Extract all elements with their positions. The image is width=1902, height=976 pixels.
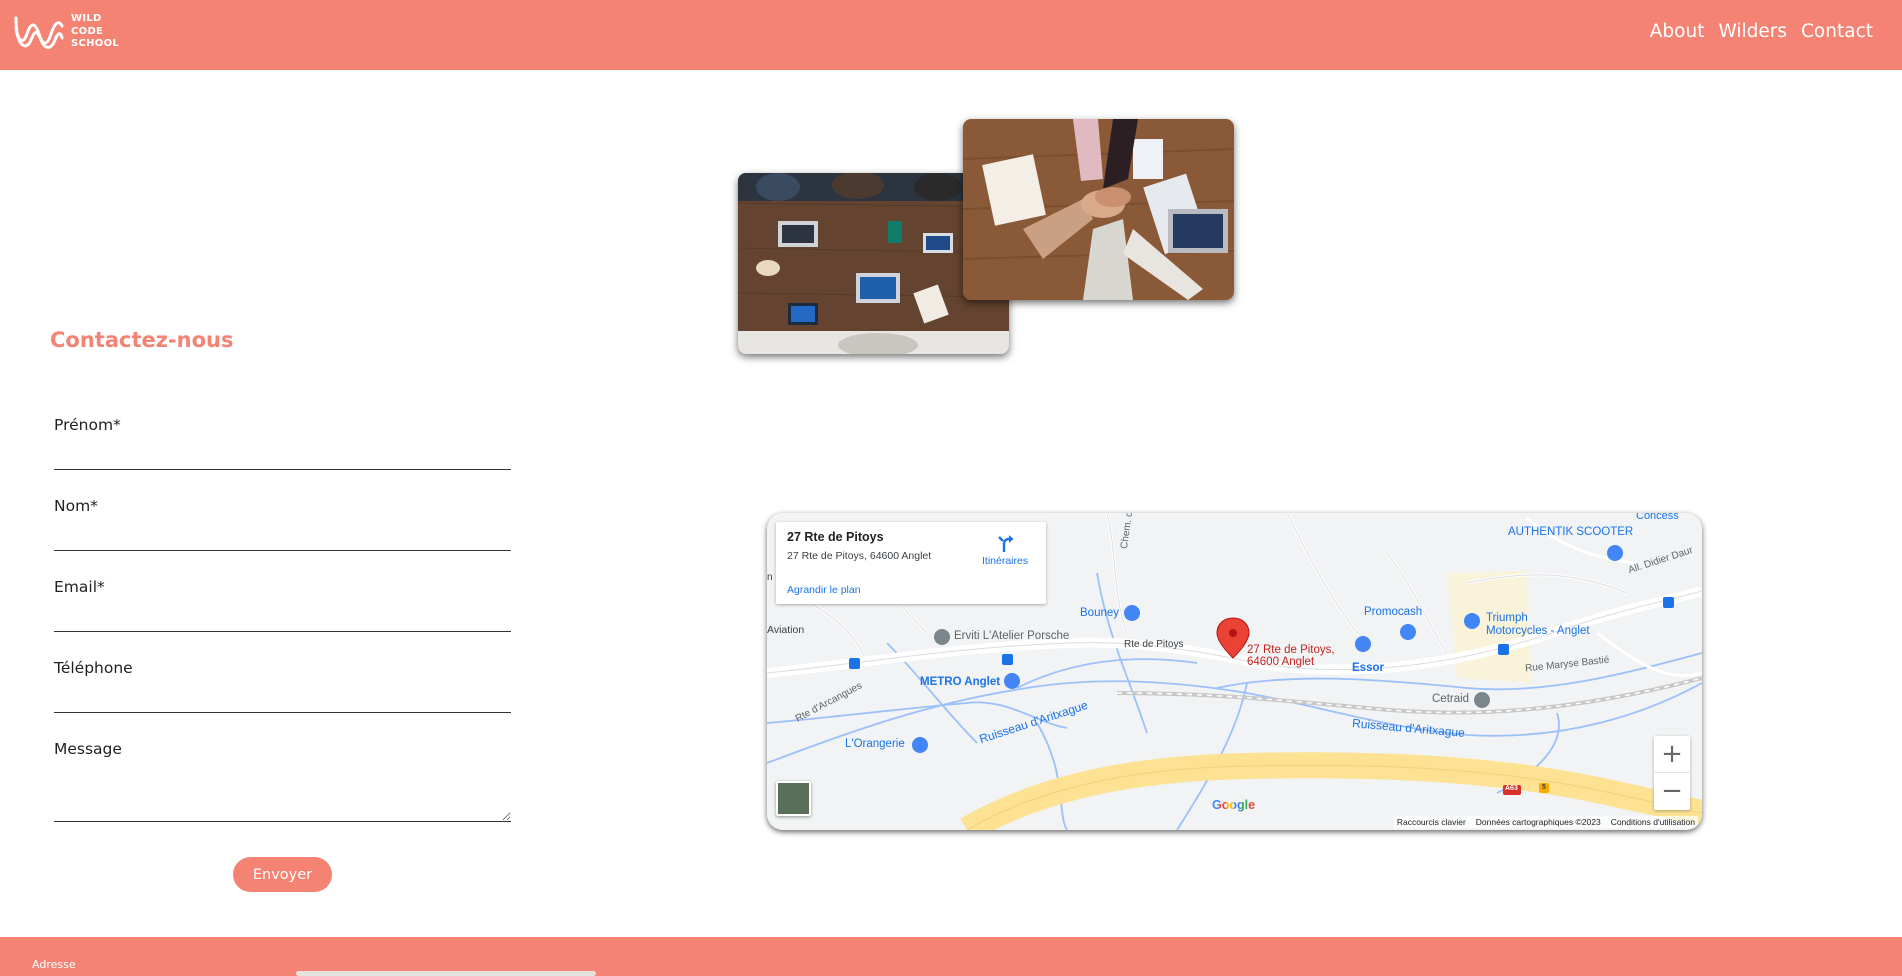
last-name-input[interactable] bbox=[54, 521, 511, 551]
place-card-title: 27 Rte de Pitoys bbox=[787, 530, 884, 544]
contact-form-title: Contactez-nous bbox=[50, 328, 234, 352]
phone-label: Téléphone bbox=[54, 659, 133, 677]
wild-code-school-logo[interactable]: WILD CODE SCHOOL bbox=[13, 12, 123, 52]
top-navbar: WILD CODE SCHOOL About Wilders Contact bbox=[0, 0, 1902, 70]
map-label-concess: Concess bbox=[1636, 513, 1679, 522]
message-label: Message bbox=[54, 740, 122, 758]
map-label-triumph-2: Motorcycles - Anglet bbox=[1486, 625, 1590, 637]
zoom-out-button[interactable]: − bbox=[1654, 773, 1690, 810]
map-label-aviation: Aviation bbox=[767, 624, 805, 636]
message-field: Message bbox=[54, 740, 511, 822]
nav-link-contact[interactable]: Contact bbox=[1801, 21, 1873, 42]
nav-link-wilders[interactable]: Wilders bbox=[1718, 21, 1787, 42]
first-name-input[interactable] bbox=[54, 440, 511, 470]
logo-line-wild: WILD bbox=[71, 13, 102, 24]
map-label-promocash: Promocash bbox=[1364, 606, 1423, 618]
enlarge-map-link[interactable]: Agrandir le plan bbox=[787, 584, 861, 596]
directions-icon[interactable] bbox=[996, 533, 1016, 553]
map-label-exit-5: 5 bbox=[1542, 784, 1546, 791]
map-place-card: 27 Rte de Pitoys 27 Rte de Pitoys, 64600… bbox=[776, 522, 1046, 604]
google-logo: Google bbox=[1212, 798, 1255, 812]
google-logo-text: Google bbox=[1212, 798, 1256, 812]
nav-link-about[interactable]: About bbox=[1650, 21, 1705, 42]
map-pin-label-line-2: 64600 Anglet bbox=[1247, 656, 1315, 668]
map-label-erviti: Erviti L'Atelier Porsche bbox=[954, 630, 1070, 642]
map-pin-label-line-1: 27 Rte de Pitoys, bbox=[1247, 644, 1335, 656]
satellite-toggle-icon[interactable] bbox=[776, 781, 811, 816]
map-label-metro: METRO Anglet bbox=[920, 676, 1001, 688]
first-name-field: Prénom* bbox=[54, 416, 511, 470]
map-label-triumph-1: Triumph bbox=[1486, 612, 1528, 624]
map-attribution: Raccourcis clavier Données cartographiqu… bbox=[1393, 816, 1698, 828]
terms-of-use-link[interactable]: Conditions d'utilisation bbox=[1611, 817, 1695, 827]
keyboard-shortcuts-link[interactable]: Raccourcis clavier bbox=[1397, 817, 1466, 827]
phone-input[interactable] bbox=[54, 683, 511, 713]
map-label-orangerie: L'Orangerie bbox=[845, 738, 905, 750]
last-name-field: Nom* bbox=[54, 497, 511, 551]
map-zoom-control: + − bbox=[1654, 736, 1690, 810]
last-name-label: Nom* bbox=[54, 497, 98, 515]
email-label: Email* bbox=[54, 578, 105, 596]
footer: Adresse bbox=[0, 937, 1902, 976]
directions-link[interactable]: Itinéraires bbox=[982, 555, 1028, 567]
first-name-label: Prénom* bbox=[54, 416, 121, 434]
email-input[interactable] bbox=[54, 602, 511, 632]
logo-wave-icon bbox=[14, 16, 64, 49]
main-nav: About Wilders Contact bbox=[1650, 21, 1873, 42]
logo-line-code: CODE bbox=[71, 25, 104, 37]
map-label-authentik: AUTHENTIK SCOOTER bbox=[1508, 526, 1634, 538]
photo-team-hands bbox=[963, 119, 1234, 300]
map-data-credit: Données cartographiques ©2023 bbox=[1475, 817, 1601, 827]
logo-line-school: SCHOOL bbox=[71, 38, 120, 49]
email-field: Email* bbox=[54, 578, 511, 632]
map-label-rte-pitoys: Rte de Pitoys bbox=[1124, 639, 1184, 650]
map-label-essor: Essor bbox=[1352, 662, 1384, 674]
footer-address-label: Adresse bbox=[32, 958, 76, 971]
map-label-cetraid: Cetraid bbox=[1432, 693, 1470, 705]
google-map-embed[interactable]: Concess AUTHENTIK SCOOTER All. Didier Da… bbox=[767, 513, 1702, 830]
send-button[interactable]: Envoyer bbox=[233, 857, 332, 892]
message-textarea[interactable] bbox=[54, 764, 511, 822]
logo-text: WILD CODE SCHOOL bbox=[71, 13, 119, 51]
map-label-edge-n: n bbox=[767, 572, 773, 583]
horizontal-scrollbar[interactable] bbox=[296, 971, 596, 976]
map-label-bouney: Bouney bbox=[1080, 607, 1120, 619]
zoom-in-button[interactable]: + bbox=[1654, 736, 1690, 773]
phone-field: Téléphone bbox=[54, 659, 511, 713]
map-label-a63: A63 bbox=[1505, 785, 1518, 792]
place-card-address: 27 Rte de Pitoys, 64600 Anglet bbox=[787, 550, 932, 562]
